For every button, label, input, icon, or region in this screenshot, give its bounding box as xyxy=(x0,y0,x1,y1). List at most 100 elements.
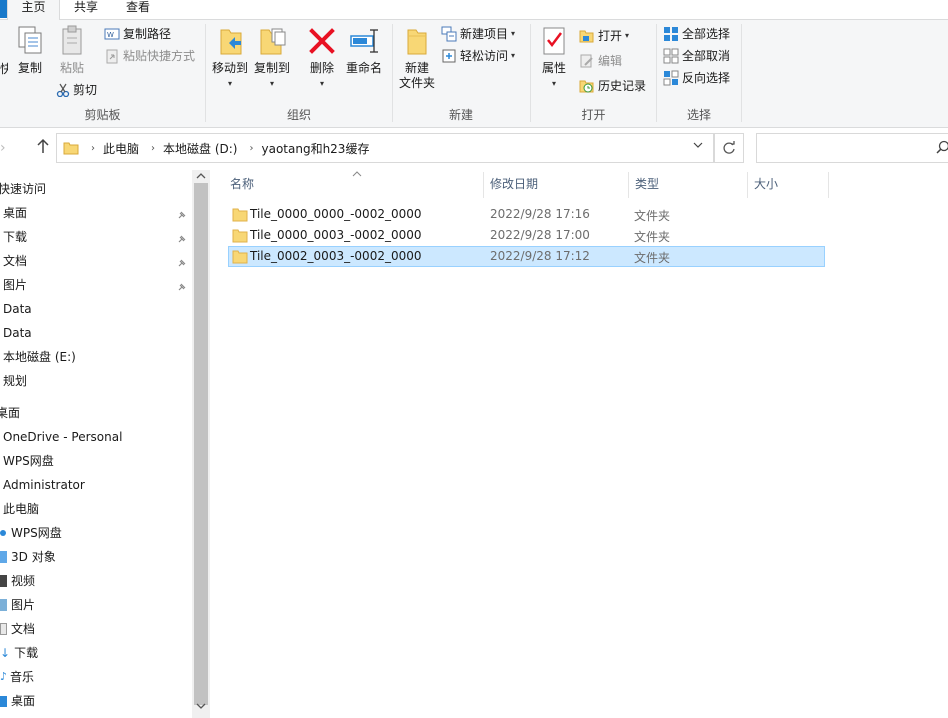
pin-icon xyxy=(178,211,186,219)
scroll-up-icon[interactable] xyxy=(196,172,206,183)
copy-button[interactable]: 复制 xyxy=(12,24,48,76)
organize-group-label: 组织 xyxy=(286,108,311,122)
nav-documents-pinned[interactable]: 文档 xyxy=(3,250,27,272)
scrollbar-thumb[interactable] xyxy=(194,183,208,705)
nav-this-pc[interactable]: 此电脑 xyxy=(3,498,39,520)
easy-access-icon xyxy=(442,49,456,63)
cut-button[interactable]: 剪切 xyxy=(56,80,97,100)
nav-desktop-pc[interactable]: 桌面 xyxy=(0,690,35,712)
file-type: 文件夹 xyxy=(634,251,671,265)
svg-text:W: W xyxy=(107,31,114,39)
chevron-right-icon[interactable]: › xyxy=(151,143,155,154)
search-input[interactable] xyxy=(756,133,948,163)
new-group-label: 新建 xyxy=(448,108,473,122)
breadcrumb-current-folder[interactable]: yaotang和h23缓存 xyxy=(261,140,369,157)
new-folder-button[interactable]: 新建 文件夹 xyxy=(397,24,437,91)
paste-shortcut-button[interactable]: 粘贴快捷方式 xyxy=(104,46,195,66)
nav-administrator[interactable]: Administrator xyxy=(3,474,85,496)
copy-to-button[interactable]: 复制到 ▾ xyxy=(252,24,292,91)
tab-file[interactable] xyxy=(0,0,7,18)
tab-view[interactable]: 查看 xyxy=(120,0,156,20)
column-header-name[interactable]: 名称 xyxy=(224,170,482,198)
nav-planning[interactable]: 规划 xyxy=(3,370,27,392)
nav-pictures-pinned[interactable]: 图片 xyxy=(3,274,27,296)
column-header-size[interactable]: 大小 xyxy=(748,170,828,198)
address-bar[interactable]: › 此电脑 › 本地磁盘 (D:) › yaotang和h23缓存 xyxy=(56,133,714,163)
nav-drive-e[interactable]: 本地磁盘 (E:) xyxy=(3,346,76,368)
nav-3d-objects[interactable]: 3D 对象 xyxy=(0,546,56,568)
easy-access-button[interactable]: 轻松访问 ▾ xyxy=(441,46,515,66)
chevron-down-icon: ▾ xyxy=(511,51,516,60)
delete-x-icon xyxy=(309,28,335,54)
up-arrow-icon[interactable] xyxy=(36,138,50,158)
edit-button[interactable]: 编辑 xyxy=(579,51,622,71)
file-type: 文件夹 xyxy=(634,209,671,223)
pin-icon xyxy=(178,283,186,291)
select-all-button[interactable]: 全部选择 xyxy=(663,24,730,44)
copy-to-icon xyxy=(260,28,286,55)
forward-arrow-icon[interactable]: › xyxy=(0,140,6,156)
nav-quick-access[interactable]: 快速访问 xyxy=(0,178,46,200)
chevron-right-icon[interactable]: › xyxy=(91,143,95,154)
copy-path-button[interactable]: W 复制路径 xyxy=(104,24,171,44)
column-header-type[interactable]: 类型 xyxy=(629,170,747,198)
new-item-button[interactable]: 新建项目 ▾ xyxy=(441,24,515,44)
organize-group: 移动到 ▾ 复制到 ▾ 删除 ▾ 重命名 组织 xyxy=(206,20,392,128)
music-note-icon: ♪ xyxy=(0,670,8,683)
tab-share[interactable]: 共享 xyxy=(68,0,104,20)
nav-onedrive[interactable]: OneDrive - Personal xyxy=(3,426,122,448)
nav-pc-wps-drive[interactable]: WPS网盘 xyxy=(0,522,62,544)
nav-wps-drive[interactable]: WPS网盘 xyxy=(3,450,54,472)
invert-selection-button[interactable]: 反向选择 xyxy=(663,68,730,88)
select-none-button[interactable]: 全部取消 xyxy=(663,46,730,66)
copy-icon xyxy=(18,26,42,54)
open-button[interactable]: 打开 ▾ xyxy=(579,26,629,46)
nav-pictures[interactable]: 图片 xyxy=(0,594,35,616)
nav-desktop-pinned[interactable]: 桌面 xyxy=(3,202,27,224)
scroll-down-icon[interactable] xyxy=(196,702,206,713)
nav-videos[interactable]: 视频 xyxy=(0,570,35,592)
chevron-down-icon: ▾ xyxy=(227,79,232,88)
nav-data-1[interactable]: Data xyxy=(3,298,32,320)
breadcrumb-drive-d[interactable]: 本地磁盘 (D:) xyxy=(163,140,237,157)
folder-icon xyxy=(232,208,248,222)
paste-button[interactable]: 粘贴 xyxy=(54,24,90,76)
rename-icon xyxy=(350,29,378,53)
file-row-selected[interactable]: Tile_0002_0003_-0002_0000 2022/9/28 17:1… xyxy=(228,246,825,267)
edit-icon xyxy=(580,54,593,68)
file-name: Tile_0002_0003_-0002_0000 xyxy=(250,249,422,263)
history-button[interactable]: 历史记录 xyxy=(579,76,646,96)
delete-button[interactable]: 删除 ▾ xyxy=(304,24,340,91)
paste-icon xyxy=(62,25,82,55)
chevron-down-icon[interactable] xyxy=(693,141,703,152)
download-arrow-icon: ↓ xyxy=(0,646,11,660)
column-header-modified[interactable]: 修改日期 xyxy=(484,170,628,198)
properties-button[interactable]: 属性 ▾ xyxy=(537,24,571,91)
cloud-icon xyxy=(0,530,6,536)
tab-home[interactable]: 主页 xyxy=(7,0,60,21)
refresh-button[interactable] xyxy=(714,133,744,163)
chevron-right-icon[interactable]: › xyxy=(249,143,253,154)
nav-scrollbar[interactable] xyxy=(192,170,210,718)
nav-music[interactable]: ♪ 音乐 xyxy=(0,666,34,688)
file-date: 2022/9/28 17:16 xyxy=(490,207,590,221)
picture-icon xyxy=(0,599,7,611)
cut-partial-button[interactable]: 快 xyxy=(0,62,8,77)
move-to-button[interactable]: 移动到 ▾ xyxy=(210,24,250,91)
navigation-pane: 快速访问 桌面 下载 文档 图片 Data Data 本地磁盘 (E:) 规划 … xyxy=(0,170,210,718)
nav-documents[interactable]: 文档 xyxy=(0,618,35,640)
breadcrumb-this-pc[interactable]: 此电脑 xyxy=(103,140,139,157)
select-group: 全部选择 全部取消 反向选择 选择 xyxy=(657,20,741,128)
file-row[interactable]: Tile_0000_0000_-0002_0000 2022/9/28 17:1… xyxy=(228,204,825,225)
invert-selection-icon xyxy=(663,70,679,86)
nav-data-2[interactable]: Data xyxy=(3,322,32,344)
file-row[interactable]: Tile_0000_0003_-0002_0000 2022/9/28 17:0… xyxy=(228,225,825,246)
chevron-down-icon: ▾ xyxy=(551,79,556,88)
column-divider[interactable] xyxy=(828,172,829,198)
nav-downloads-pinned[interactable]: 下载 xyxy=(3,226,27,248)
address-row: › › 此电脑 › 本地磁盘 (D:) › yaotang和h23缓存 xyxy=(0,129,948,167)
folder-icon xyxy=(232,229,248,243)
nav-desktop[interactable]: 桌面 xyxy=(0,402,20,424)
nav-downloads[interactable]: ↓ 下载 xyxy=(0,642,38,664)
rename-button[interactable]: 重命名 xyxy=(344,24,384,76)
